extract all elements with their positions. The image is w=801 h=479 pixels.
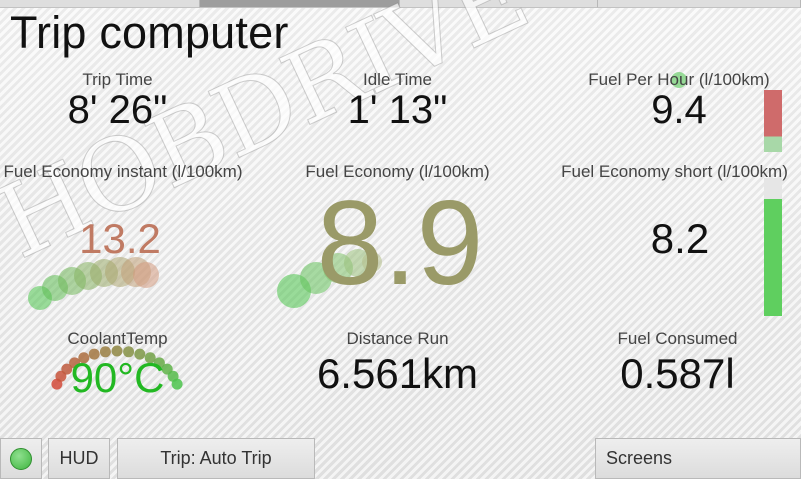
screen-tab-4[interactable]	[598, 0, 801, 8]
page-title: Trip computer	[10, 7, 289, 58]
fuel-economy-short-value-box: 8.2	[600, 215, 760, 263]
instant-dot	[58, 267, 86, 295]
idle-time-label: Idle Time	[363, 70, 432, 89]
fuel-economy-instant-value-box: 13.2	[45, 215, 195, 263]
fuel-consumed-label: Fuel Consumed	[617, 329, 738, 348]
distance-run-value: 6.561km	[316, 350, 479, 397]
distance-run-label: Distance Run	[346, 329, 449, 348]
fuel-economy-value: 8.9	[316, 176, 484, 310]
trip-time-gauge: Trip Time 8' 26"	[30, 70, 205, 130]
instant-dot	[133, 262, 159, 288]
trip-time-label: Trip Time	[82, 70, 153, 89]
screens-button-label: Screens	[606, 448, 673, 468]
fuel-economy-instant-label: Fuel Economy instant (l/100km)	[3, 162, 243, 181]
fuel-per-hour-value: 9.4	[651, 88, 707, 132]
distance-run-gauge: Distance Run 6.561km	[290, 329, 505, 399]
instant-dot	[90, 259, 118, 287]
bottom-toolbar: HUD Trip: Auto Trip Screens	[0, 438, 801, 479]
coolant-temp-value: 90°C	[70, 354, 165, 401]
instant-dot	[74, 262, 102, 290]
instant-dot	[28, 286, 52, 310]
trip-selector-button[interactable]: Trip: Auto Trip	[117, 438, 315, 479]
fuel-consumed-gauge: Fuel Consumed 0.587l	[590, 329, 765, 399]
instant-dot	[42, 275, 68, 301]
coolant-temp-label: CoolantTemp	[67, 329, 168, 348]
trip-selector-label: Trip: Auto Trip	[160, 448, 272, 468]
fuel-consumed-value: 0.587l	[620, 350, 735, 397]
hud-button[interactable]: HUD	[48, 438, 110, 479]
status-indicator-icon	[10, 447, 32, 470]
coolant-temp-value-box: 90°C	[40, 354, 195, 402]
idle-time-gauge: Idle Time 1' 13"	[310, 70, 485, 130]
idle-time-value: 1' 13"	[347, 88, 448, 132]
fuel-economy-short-bar	[764, 178, 782, 316]
fuel-economy-short-bar-fill	[764, 198, 782, 316]
fuel-per-hour-label: Fuel Per Hour (l/100km)	[588, 70, 770, 89]
fuel-economy-short-value: 8.2	[650, 215, 710, 262]
coolant-temp-gauge: CoolantTemp	[40, 329, 195, 349]
fuel-per-hour-gauge: Fuel Per Hour (l/100km) 9.4	[560, 70, 798, 130]
hud-button-label: HUD	[59, 448, 99, 468]
fuel-per-hour-bar-fill	[764, 136, 782, 152]
trip-time-value: 8' 26"	[67, 88, 168, 132]
fuel-economy-instant-value: 13.2	[79, 215, 161, 262]
status-button[interactable]	[0, 438, 42, 479]
fuel-economy-value-box: 8.9	[290, 180, 510, 306]
fuel-economy-instant-gauge: Fuel Economy instant (l/100km)	[0, 162, 258, 182]
fuel-per-hour-bar	[764, 90, 782, 152]
screens-button[interactable]: Screens	[595, 438, 801, 479]
